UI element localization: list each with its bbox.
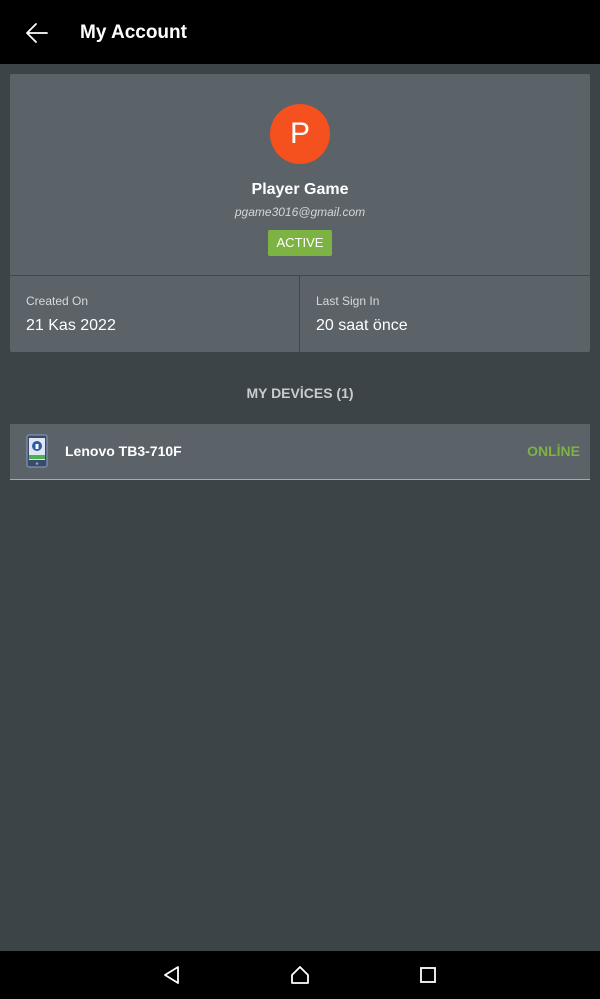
profile-name: Player Game	[251, 181, 349, 198]
profile-email: pgame3016@gmail.com	[234, 205, 366, 219]
device-lock-icon	[26, 434, 48, 468]
nav-home-icon	[291, 966, 309, 984]
avatar: P	[270, 104, 330, 164]
back-button[interactable]	[20, 16, 54, 50]
devices-section-title: MY DEVİCES (1)	[246, 385, 354, 401]
created-on-value: 21 Kas 2022	[26, 317, 116, 334]
app-bar: My Account	[0, 0, 600, 64]
last-sign-in-value: 20 saat önce	[316, 317, 408, 334]
page-title: My Account	[80, 22, 187, 43]
status-badge: ACTIVE	[268, 230, 332, 256]
device-list-item[interactable]: Lenovo TB3-710F ONLİNE	[10, 424, 590, 480]
nav-recents-icon	[420, 967, 436, 983]
arrow-left-icon	[26, 23, 48, 43]
nav-back-icon	[164, 966, 179, 984]
device-status: ONLİNE	[527, 443, 580, 459]
system-nav-bar	[0, 951, 600, 999]
nav-back-button[interactable]	[157, 961, 187, 989]
profile-card: P Player Game pgame3016@gmail.com ACTIVE…	[10, 74, 590, 352]
stats-divider	[299, 276, 300, 352]
created-on-label: Created On	[26, 294, 89, 308]
last-sign-in-label: Last Sign In	[316, 294, 380, 308]
card-divider	[10, 275, 590, 276]
nav-recents-button[interactable]	[413, 961, 443, 989]
device-name: Lenovo TB3-710F	[65, 443, 182, 459]
nav-home-button[interactable]	[285, 961, 315, 989]
